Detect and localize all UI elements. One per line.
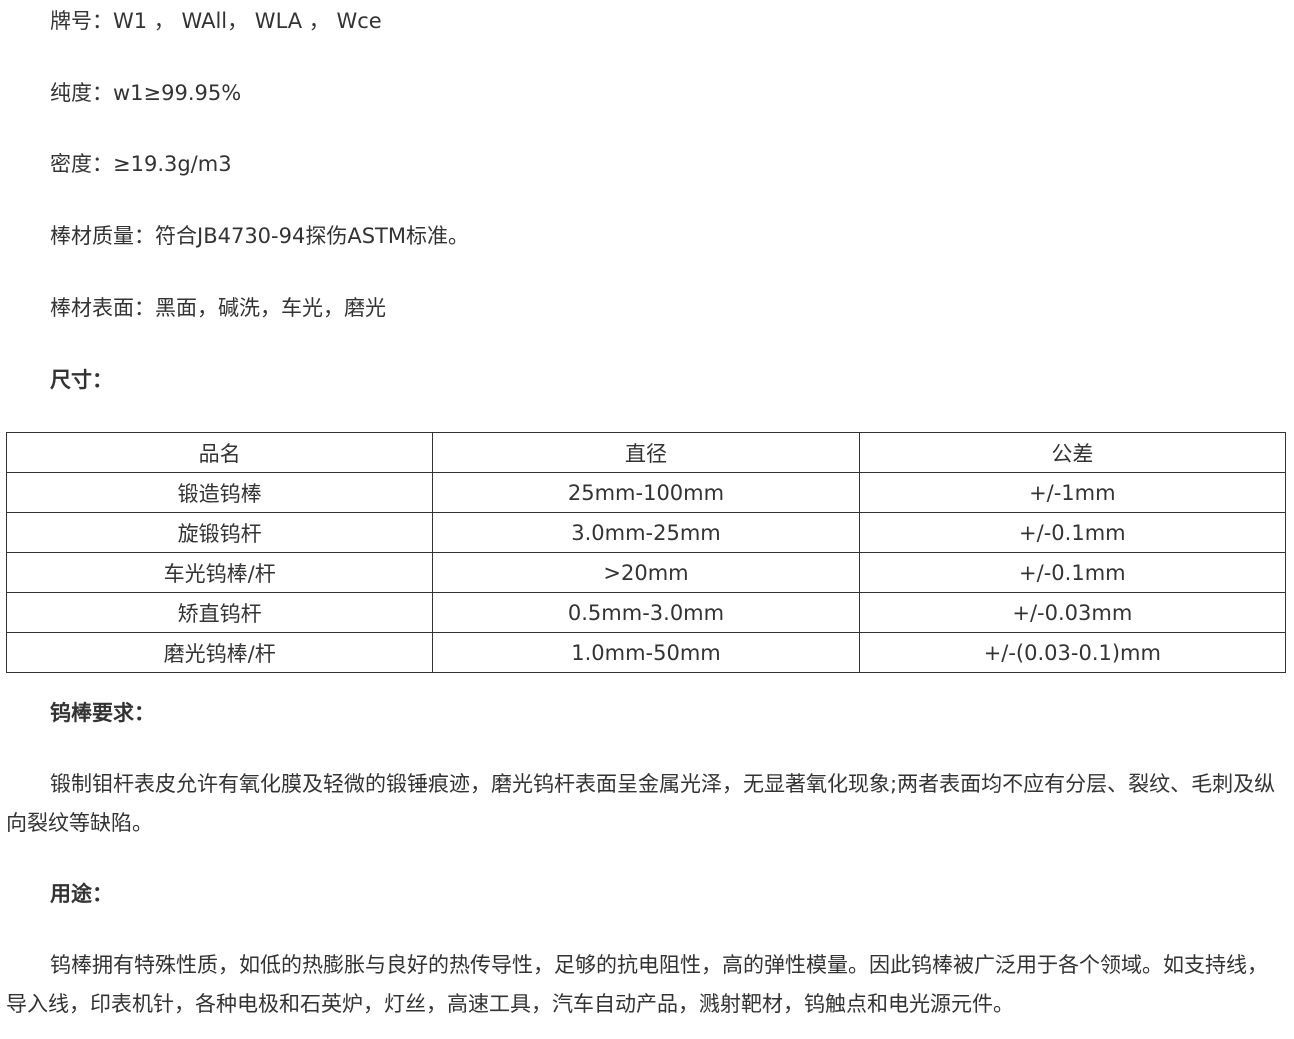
cell-tolerance: +/-1mm [858,472,1287,513]
line-density: 密度：≥19.3g/m3 [50,152,232,176]
header-product-name: 品名 [5,432,434,473]
cell-diameter: 0.5mm-3.0mm [432,592,860,633]
table-row: 车光钨棒/杆 >20mm +/-0.1mm [5,552,1287,593]
header-diameter: 直径 [432,432,860,473]
heading-requirements: 钨棒要求： [50,701,155,725]
table-row: 旋锻钨杆 3.0mm-25mm +/-0.1mm [5,512,1287,553]
cell-tolerance: +/-0.1mm [858,552,1287,593]
table-header-row: 品名 直径 公差 [5,432,1287,473]
cell-product-name: 磨光钨棒/杆 [5,632,434,673]
cell-product-name: 矫直钨杆 [5,592,434,633]
header-tolerance: 公差 [858,432,1287,473]
cell-diameter: 1.0mm-50mm [432,632,860,673]
cell-product-name: 旋锻钨杆 [5,512,434,553]
cell-diameter: >20mm [432,552,860,593]
line-grade: 牌号：W1 ， WAll， WLA ， Wce [50,9,382,33]
cell-tolerance: +/-0.1mm [858,512,1287,553]
line-purity: 纯度：w1≥99.95% [50,81,242,105]
table-row: 矫直钨杆 0.5mm-3.0mm +/-0.03mm [5,592,1287,633]
paragraph-requirements: 锻制钼杆表皮允许有氧化膜及轻微的锻锤痕迹，磨光钨杆表面呈金属光泽，无显著氧化现象… [6,772,1276,835]
cell-tolerance: +/-0.03mm [858,592,1287,633]
paragraph-usage: 钨棒拥有特殊性质，如低的热膨胀与良好的热传导性，足够的抗电阻性，高的弹性模量。因… [6,953,1268,1016]
table-row: 锻造钨棒 25mm-100mm +/-1mm [5,472,1287,513]
line-surface: 棒材表面：黑面，碱洗，车光，磨光 [50,296,386,320]
heading-usage: 用途： [50,882,113,906]
heading-size: 尺寸： [50,368,113,392]
cell-product-name: 车光钨棒/杆 [5,552,434,593]
size-table: 品名 直径 公差 锻造钨棒 25mm-100mm +/-1mm 旋锻钨杆 3.0… [5,432,1287,673]
line-quality: 棒材质量：符合JB4730-94探伤ASTM标准。 [50,224,469,248]
cell-diameter: 3.0mm-25mm [432,512,860,553]
cell-diameter: 25mm-100mm [432,472,860,513]
table-row: 磨光钨棒/杆 1.0mm-50mm +/-(0.03-0.1)mm [5,632,1287,673]
cell-tolerance: +/-(0.03-0.1)mm [858,632,1287,673]
cell-product-name: 锻造钨棒 [5,472,434,513]
